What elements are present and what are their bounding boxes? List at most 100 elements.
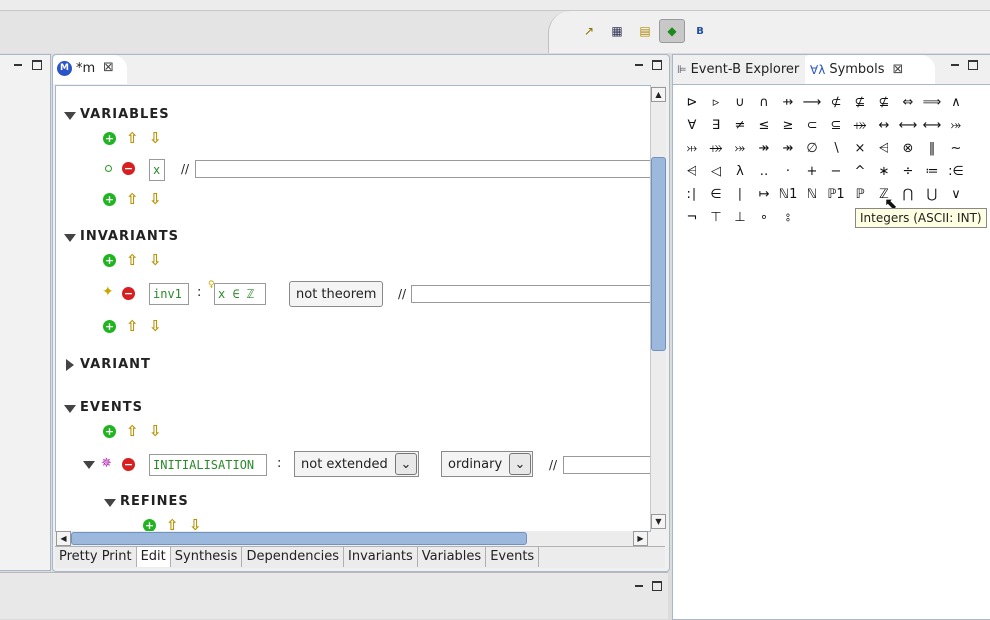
symbol-button[interactable]: ⋂ <box>896 183 920 206</box>
symbol-button[interactable]: ∀ <box>680 114 704 137</box>
scroll-left-icon[interactable]: ◀ <box>56 531 71 546</box>
symbols-minimize-icon[interactable] <box>951 64 959 66</box>
symbol-button[interactable]: ^ <box>848 160 872 183</box>
symbol-button[interactable]: ≤ <box>752 114 776 137</box>
symbol-button[interactable]: ≥ <box>776 114 800 137</box>
collapse-events-icon[interactable] <box>64 405 76 413</box>
move-down-icon[interactable]: ⇩ <box>189 518 202 532</box>
add-event-icon[interactable]: + <box>103 425 116 438</box>
event-comment-field[interactable] <box>563 456 650 474</box>
context-active-icon[interactable]: ◆ <box>659 19 685 43</box>
invariant-label-field[interactable]: inv1 <box>149 283 189 305</box>
symbol-button[interactable]: × <box>848 137 872 160</box>
symbol-button[interactable]: ↦ <box>752 183 776 206</box>
symbol-button[interactable]: ∈ <box>704 183 728 206</box>
minimize-icon[interactable] <box>14 64 22 66</box>
symbol-button[interactable]: ↔ <box>872 114 896 137</box>
vertical-scroll-thumb[interactable] <box>651 157 666 351</box>
tab-events[interactable]: Events <box>486 547 540 567</box>
table-icon[interactable]: ▦ <box>608 22 626 40</box>
symbol-button[interactable]: · <box>776 160 800 183</box>
tab-invariants[interactable]: Invariants <box>344 547 418 567</box>
symbol-button[interactable]: ⊄ <box>824 91 848 114</box>
editor-minimize-icon[interactable] <box>635 64 643 66</box>
symbol-button[interactable]: ⟷ <box>896 114 920 137</box>
symbol-button[interactable]: ⤀ <box>704 137 728 160</box>
tab-symbols[interactable]: ∀λ Symbols ⊠ <box>805 55 935 84</box>
symbol-button[interactable]: ∃ <box>704 114 728 137</box>
maximize-icon[interactable] <box>32 60 42 70</box>
theorem-toggle-button[interactable]: not theorem <box>289 281 384 307</box>
close-icon[interactable]: ⊠ <box>103 60 114 75</box>
symbol-button[interactable]: ℕ <box>800 183 824 206</box>
symbol-button[interactable]: ⊗ <box>896 137 920 160</box>
scroll-down-icon[interactable]: ▼ <box>651 514 666 529</box>
symbol-button[interactable]: ⤀ <box>848 114 872 137</box>
symbol-button[interactable]: ∅ <box>800 137 824 160</box>
move-up-icon[interactable]: ⇧ <box>126 319 139 334</box>
symbol-button[interactable]: ⩤ <box>680 160 704 183</box>
add-variable-icon[interactable]: + <box>103 132 116 145</box>
move-down-icon[interactable]: ⇩ <box>149 131 162 146</box>
collapse-event-icon[interactable] <box>83 461 95 469</box>
symbol-button[interactable]: ℙ <box>848 183 872 206</box>
symbol-button[interactable]: ⊂ <box>800 114 824 137</box>
tab-dependencies[interactable]: Dependencies <box>242 547 344 567</box>
symbol-button[interactable]: ⊈ <box>848 91 872 114</box>
chevron-down-icon[interactable]: ⌄ <box>395 453 417 475</box>
new-icon[interactable]: ↗ <box>580 22 598 40</box>
expand-variant-icon[interactable] <box>66 359 74 371</box>
symbol-button[interactable]: ∣ <box>728 183 752 206</box>
symbol-button[interactable]: ¬ <box>680 206 704 229</box>
symbol-button[interactable]: ≠ <box>728 114 752 137</box>
folders-icon[interactable]: ▤ <box>636 22 654 40</box>
symbol-button[interactable]: ∘ <box>752 206 776 229</box>
tab-variables[interactable]: Variables <box>418 547 487 567</box>
remove-event-icon[interactable]: − <box>122 458 135 471</box>
symbols-maximize-icon[interactable] <box>968 60 978 70</box>
add-invariant-icon[interactable]: + <box>103 320 116 333</box>
move-up-icon[interactable]: ⇧ <box>126 192 139 207</box>
symbol-button[interactable]: ⊈ <box>872 91 896 114</box>
collapse-variables-icon[interactable] <box>64 112 76 120</box>
symbol-button[interactable]: ⦂ <box>776 206 800 229</box>
move-up-icon[interactable]: ⇧ <box>166 518 179 532</box>
symbol-button[interactable]: ~ <box>944 137 968 160</box>
editor-maximize-icon[interactable] <box>652 60 662 70</box>
symbol-button[interactable]: ‖ <box>920 137 944 160</box>
symbol-button[interactable]: ⇸ <box>776 91 800 114</box>
chevron-down-icon[interactable]: ⌄ <box>509 453 531 475</box>
symbol-button[interactable]: ⩤ <box>872 137 896 160</box>
scroll-up-icon[interactable]: ▲ <box>651 87 666 102</box>
add-invariant-icon[interactable]: + <box>103 254 116 267</box>
symbol-button[interactable]: :∈ <box>944 160 968 183</box>
symbol-button[interactable]: ⤖ <box>728 137 752 160</box>
move-up-icon[interactable]: ⇧ <box>126 253 139 268</box>
symbol-button[interactable]: − <box>824 160 848 183</box>
remove-invariant-icon[interactable]: − <box>122 287 135 300</box>
variable-comment-field[interactable] <box>195 160 650 178</box>
symbol-button[interactable]: ⊤ <box>704 206 728 229</box>
symbol-button[interactable]: ▹ <box>704 91 728 114</box>
symbol-button[interactable]: ℕ1 <box>776 183 800 206</box>
symbol-button[interactable]: ⋃ <box>920 183 944 206</box>
symbol-button[interactable]: ℙ1 <box>824 183 848 206</box>
bottom-minimize-icon[interactable] <box>635 585 643 587</box>
move-down-icon[interactable]: ⇩ <box>149 424 162 439</box>
horizontal-scroll-thumb[interactable] <box>71 532 527 545</box>
symbol-button[interactable]: ↠ <box>776 137 800 160</box>
symbol-button[interactable]: :∣ <box>680 183 704 206</box>
symbol-button[interactable]: ∖ <box>824 137 848 160</box>
close-icon[interactable]: ⊠ <box>893 62 904 77</box>
symbol-button[interactable]: ↠ <box>752 137 776 160</box>
symbol-button[interactable]: ⟷ <box>920 114 944 137</box>
invariant-predicate-field[interactable]: x ∈ ℤ <box>214 283 266 305</box>
symbol-button[interactable]: ⇔ <box>896 91 920 114</box>
collapse-invariants-icon[interactable] <box>64 234 76 242</box>
symbol-button[interactable]: ≔ <box>920 160 944 183</box>
move-up-icon[interactable]: ⇧ <box>126 424 139 439</box>
symbol-button[interactable]: ⊥ <box>728 206 752 229</box>
move-down-icon[interactable]: ⇩ <box>149 319 162 334</box>
add-variable-icon[interactable]: + <box>103 193 116 206</box>
event-name-field[interactable]: INITIALISATION <box>149 454 267 476</box>
